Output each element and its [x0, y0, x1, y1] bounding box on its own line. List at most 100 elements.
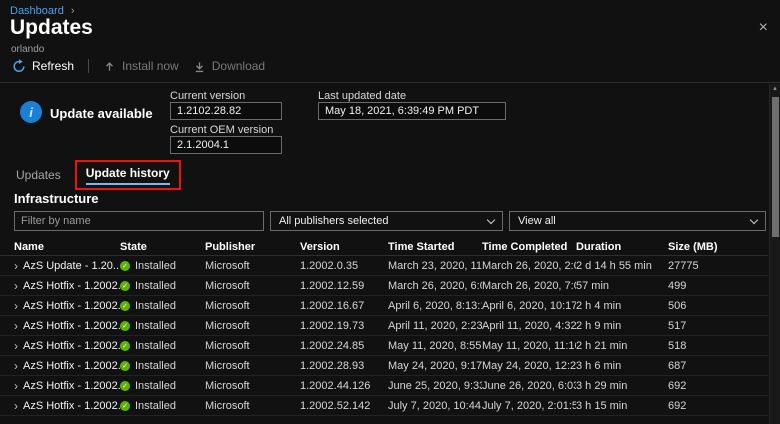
view-dropdown-value: View all	[518, 215, 556, 227]
refresh-icon	[12, 59, 26, 73]
version-cell: 1.2002.28.93	[300, 360, 388, 372]
duration-cell: 3 h 15 min	[576, 400, 668, 412]
installed-check-icon: ✓	[120, 341, 130, 351]
installed-check-icon: ✓	[120, 301, 130, 311]
tab-updates[interactable]: Updates	[14, 162, 63, 188]
col-publisher[interactable]: Publisher	[205, 241, 300, 253]
row-expand-chevron-icon[interactable]: ›	[14, 280, 18, 292]
table-row[interactable]: ›AzS Hotfix - 1.2002... ✓Installed Micro…	[0, 356, 768, 376]
time-started-cell: April 11, 2020, 2:23:2...	[388, 320, 482, 332]
state-label: Installed	[135, 300, 176, 312]
row-expand-chevron-icon[interactable]: ›	[14, 320, 18, 332]
close-icon[interactable]: ×	[759, 20, 768, 36]
time-started-cell: April 6, 2020, 8:13:12 ...	[388, 300, 482, 312]
col-size-mb[interactable]: Size (MB)	[668, 241, 768, 253]
toolbar-divider	[88, 59, 89, 73]
update-name: AzS Hotfix - 1.2002...	[23, 340, 120, 352]
col-time-completed[interactable]: Time Completed	[482, 241, 576, 253]
table-row[interactable]: ›AzS Hotfix - 1.2002... ✓Installed Micro…	[0, 376, 768, 396]
row-expand-chevron-icon[interactable]: ›	[14, 340, 18, 352]
install-icon	[103, 60, 116, 73]
page-title: Updates	[10, 16, 93, 40]
scroll-up-icon[interactable]: ▲	[770, 86, 780, 92]
time-completed-cell: April 6, 2020, 10:17:3...	[482, 300, 576, 312]
toolbar: Refresh Install now Download	[12, 55, 265, 77]
infrastructure-heading: Infrastructure	[14, 191, 99, 206]
refresh-button[interactable]: Refresh	[12, 59, 74, 73]
update-name: AzS Hotfix - 1.2002...	[23, 400, 120, 412]
version-cell: 1.2002.16.67	[300, 300, 388, 312]
download-button[interactable]: Download	[193, 59, 265, 73]
publisher-cell: Microsoft	[205, 260, 300, 272]
version-cell: 1.2002.44.126	[300, 380, 388, 392]
state-label: Installed	[135, 400, 176, 412]
info-icon: i	[20, 101, 42, 123]
table-row[interactable]: ›AzS Hotfix - 1.2002... ✓Installed Micro…	[0, 396, 768, 416]
filter-by-name-input[interactable]	[14, 211, 264, 231]
update-name: AzS Hotfix - 1.2002...	[23, 280, 120, 292]
view-dropdown[interactable]: View all	[509, 211, 766, 231]
table-row[interactable]: ›AzS Update - 1.20... ✓Installed Microso…	[0, 256, 768, 276]
col-state[interactable]: State	[120, 241, 205, 253]
install-now-button[interactable]: Install now	[103, 59, 179, 73]
time-started-cell: July 7, 2020, 10:44:4...	[388, 400, 482, 412]
size-cell: 27775	[668, 260, 768, 272]
size-cell: 517	[668, 320, 768, 332]
version-cell: 1.2002.52.142	[300, 400, 388, 412]
publishers-dropdown-value: All publishers selected	[279, 215, 388, 227]
row-expand-chevron-icon[interactable]: ›	[14, 380, 18, 392]
size-cell: 499	[668, 280, 768, 292]
publisher-cell: Microsoft	[205, 300, 300, 312]
duration-cell: 2 h 4 min	[576, 300, 668, 312]
time-completed-cell: June 26, 2020, 6:03:06...	[482, 380, 576, 392]
update-name: AzS Hotfix - 1.2002...	[23, 380, 120, 392]
table-row[interactable]: ›AzS Hotfix - 1.2002... ✓Installed Micro…	[0, 276, 768, 296]
version-cell: 1.2002.19.73	[300, 320, 388, 332]
table-header: Name State Publisher Version Time Starte…	[0, 238, 768, 256]
update-available-title: Update available	[50, 106, 153, 121]
duration-cell: 2 d 14 h 55 min	[576, 260, 668, 272]
col-time-started[interactable]: Time Started	[388, 241, 482, 253]
installed-check-icon: ✓	[120, 261, 130, 271]
version-cell: 1.2002.12.59	[300, 280, 388, 292]
update-name: AzS Hotfix - 1.2002...	[23, 360, 120, 372]
tab-update-history[interactable]: Update history	[75, 160, 181, 190]
publisher-cell: Microsoft	[205, 400, 300, 412]
vertical-scrollbar[interactable]: ▲	[769, 84, 780, 424]
row-expand-chevron-icon[interactable]: ›	[14, 360, 18, 372]
update-name: AzS Hotfix - 1.2002...	[23, 320, 120, 332]
time-completed-cell: May 11, 2020, 11:16:4...	[482, 340, 576, 352]
state-label: Installed	[135, 320, 176, 332]
current-version-value: 1.2102.28.82	[170, 102, 282, 120]
last-updated-label: Last updated date	[318, 90, 406, 102]
current-oem-version-value: 2.1.2004.1	[170, 136, 282, 154]
duration-cell: 2 h 9 min	[576, 320, 668, 332]
version-cell: 1.2002.24.85	[300, 340, 388, 352]
publishers-dropdown[interactable]: All publishers selected	[270, 211, 503, 231]
time-completed-cell: March 26, 2020, 2:00:...	[482, 260, 576, 272]
row-expand-chevron-icon[interactable]: ›	[14, 300, 18, 312]
time-completed-cell: May 24, 2020, 12:24:2...	[482, 360, 576, 372]
chevron-down-icon	[750, 215, 758, 223]
table-row[interactable]: › AzS Hotfix - 1.2002... ✓ Installed Micro…	[0, 296, 768, 316]
size-cell: 506	[668, 300, 768, 312]
time-started-cell: May 11, 2020, 8:55:39...	[388, 340, 482, 352]
col-version[interactable]: Version	[300, 241, 388, 253]
scrollbar-thumb[interactable]	[772, 97, 779, 237]
col-duration[interactable]: Duration	[576, 241, 668, 253]
header-divider	[0, 82, 780, 83]
row-expand-chevron-icon[interactable]: ›	[14, 260, 18, 272]
row-expand-chevron-icon[interactable]: ›	[14, 400, 18, 412]
chevron-down-icon	[487, 215, 495, 223]
update-name: AzS Update - 1.20...	[23, 260, 120, 272]
last-updated-value: May 18, 2021, 6:39:49 PM PDT	[318, 102, 506, 120]
table-row[interactable]: ›AzS Hotfix - 1.2002... ✓Installed Micro…	[0, 316, 768, 336]
table-row[interactable]: ›AzS Hotfix - 1.2002... ✓Installed Micro…	[0, 336, 768, 356]
state-label: Installed	[135, 280, 176, 292]
update-name: AzS Hotfix - 1.2002...	[23, 300, 120, 312]
col-name[interactable]: Name	[14, 241, 120, 253]
install-now-label: Install now	[122, 59, 179, 73]
tab-update-history-label: Update history	[86, 166, 170, 185]
time-completed-cell: March 26, 2020, 7:01:...	[482, 280, 576, 292]
page-subtitle: orlando	[11, 44, 44, 55]
